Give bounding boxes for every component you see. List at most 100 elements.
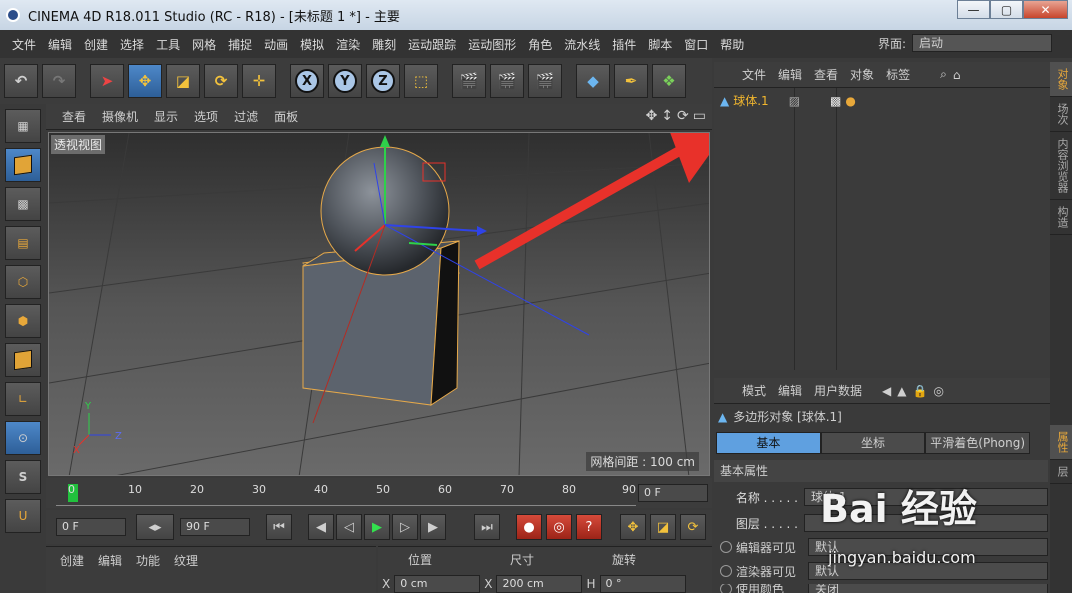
- scale-tool-button[interactable]: ◪: [166, 64, 200, 98]
- key-rotation-button[interactable]: ⟳: [680, 514, 706, 540]
- at-menu-edit[interactable]: 编辑: [778, 382, 802, 399]
- render-visible-radio[interactable]: [720, 565, 732, 577]
- tweak-mode-button[interactable]: ⊙: [5, 421, 41, 455]
- menu-mograph[interactable]: 运动图形: [468, 36, 516, 53]
- record-keys-button[interactable]: ●: [516, 514, 542, 540]
- menu-plugins[interactable]: 插件: [612, 36, 636, 53]
- go-to-end-button[interactable]: ⏭: [474, 514, 500, 540]
- vp-menu-filter[interactable]: 过滤: [234, 108, 258, 125]
- workplane-mode-button[interactable]: ▤: [5, 226, 41, 260]
- vp-menu-camera[interactable]: 摄像机: [102, 108, 138, 125]
- mat-menu-function[interactable]: 功能: [136, 552, 160, 569]
- home-icon[interactable]: ⌂: [953, 68, 961, 82]
- current-frame-field[interactable]: 0 F: [638, 484, 708, 502]
- play-button[interactable]: ▶: [364, 514, 390, 540]
- close-button[interactable]: ✕: [1023, 0, 1068, 19]
- om-menu-tags[interactable]: 标签: [886, 66, 910, 83]
- menu-create[interactable]: 创建: [84, 36, 108, 53]
- menu-window[interactable]: 窗口: [684, 36, 708, 53]
- uvw-tag-icon[interactable]: ●: [845, 94, 855, 108]
- tab-attributes[interactable]: 属性: [1050, 425, 1072, 460]
- render-settings-button[interactable]: 🎬: [528, 64, 562, 98]
- lock-icon[interactable]: 🔒: [913, 384, 928, 398]
- dolly-icon[interactable]: ↕: [661, 108, 673, 124]
- prev-key-button[interactable]: ◀: [308, 514, 334, 540]
- recent-tool-button[interactable]: ✛: [242, 64, 276, 98]
- object-row[interactable]: ▲ 球体.1 ▨ ▩ ●: [720, 92, 856, 109]
- snap-button[interactable]: S: [5, 460, 41, 494]
- layer-icon[interactable]: ▨: [789, 94, 800, 108]
- pan-icon[interactable]: ✥: [646, 108, 658, 124]
- use-color-radio[interactable]: [720, 584, 732, 593]
- menu-character[interactable]: 角色: [528, 36, 552, 53]
- timeline[interactable]: 0 10 20 30 40 50 60 70 80 90 0 F: [46, 478, 712, 508]
- render-view-button[interactable]: 🎬: [452, 64, 486, 98]
- key-position-button[interactable]: ✥: [620, 514, 646, 540]
- prev-frame-button[interactable]: ◁: [336, 514, 362, 540]
- next-frame-button[interactable]: ▷: [392, 514, 418, 540]
- at-menu-userdata[interactable]: 用户数据: [814, 382, 862, 399]
- size-x-field[interactable]: 200 cm: [496, 575, 583, 593]
- om-menu-edit[interactable]: 编辑: [778, 66, 802, 83]
- magnet-button[interactable]: U: [5, 499, 41, 533]
- up-arrow-icon[interactable]: ▲: [897, 384, 906, 398]
- at-menu-mode[interactable]: 模式: [742, 382, 766, 399]
- phong-tag-icon[interactable]: ▩: [830, 94, 841, 108]
- perspective-viewport[interactable]: 透视视图 Y Z X 网格间距 : 100 cm: [48, 132, 710, 476]
- tab-takes[interactable]: 场次: [1050, 97, 1072, 132]
- tab-objects[interactable]: 对象: [1050, 62, 1072, 97]
- menu-script[interactable]: 脚本: [648, 36, 672, 53]
- minimize-button[interactable]: —: [957, 0, 990, 19]
- mat-menu-texture[interactable]: 纹理: [174, 552, 198, 569]
- menu-simulate[interactable]: 模拟: [300, 36, 324, 53]
- menu-help[interactable]: 帮助: [720, 36, 744, 53]
- make-editable-button[interactable]: ▦: [5, 109, 41, 143]
- mat-menu-create[interactable]: 创建: [60, 552, 84, 569]
- editor-visible-radio[interactable]: [720, 541, 732, 553]
- polygons-mode-button[interactable]: [5, 343, 41, 377]
- add-subdivision-button[interactable]: ❖: [652, 64, 686, 98]
- layout-dropdown[interactable]: 启动: [912, 34, 1052, 52]
- y-axis-lock-button[interactable]: Y: [328, 64, 362, 98]
- om-menu-objects[interactable]: 对象: [850, 66, 874, 83]
- timeline-scale[interactable]: 0 10 20 30 40 50 60 70 80 90: [56, 480, 636, 506]
- maximize-button[interactable]: ▢: [990, 0, 1023, 19]
- texture-mode-button[interactable]: ▩: [5, 187, 41, 221]
- maximize-view-icon[interactable]: ▭: [693, 108, 706, 124]
- x-axis-lock-button[interactable]: X: [290, 64, 324, 98]
- menu-motion-tracking[interactable]: 运动跟踪: [408, 36, 456, 53]
- model-mode-button[interactable]: [5, 148, 41, 182]
- menu-render[interactable]: 渲染: [336, 36, 360, 53]
- menu-file[interactable]: 文件: [12, 36, 36, 53]
- next-key-button[interactable]: ▶: [420, 514, 446, 540]
- back-arrow-icon[interactable]: ◀: [882, 384, 891, 398]
- keyframe-selection-button[interactable]: ?: [576, 514, 602, 540]
- attr-tab-phong[interactable]: 平滑着色(Phong): [925, 432, 1031, 454]
- vp-menu-display[interactable]: 显示: [154, 108, 178, 125]
- om-menu-view[interactable]: 查看: [814, 66, 838, 83]
- vp-menu-view[interactable]: 查看: [62, 108, 86, 125]
- om-menu-file[interactable]: 文件: [742, 66, 766, 83]
- tab-content-browser[interactable]: 内容浏览器: [1050, 132, 1072, 200]
- vp-menu-panel[interactable]: 面板: [274, 108, 298, 125]
- search-icon[interactable]: ⌕: [940, 67, 947, 82]
- frame-range-button[interactable]: ◂▸: [136, 514, 174, 540]
- menu-pipeline[interactable]: 流水线: [564, 36, 600, 53]
- end-frame-field[interactable]: 90 F: [180, 518, 250, 536]
- orbit-icon[interactable]: ⟳: [677, 108, 689, 124]
- move-tool-button[interactable]: ✥: [128, 64, 162, 98]
- menu-tools[interactable]: 工具: [156, 36, 180, 53]
- vp-menu-options[interactable]: 选项: [194, 108, 218, 125]
- tab-layers[interactable]: 层: [1050, 460, 1072, 484]
- render-picture-viewer-button[interactable]: 🎬: [490, 64, 524, 98]
- viewport-label[interactable]: 透视视图: [51, 135, 106, 154]
- go-to-start-button[interactable]: ⏮: [266, 514, 292, 540]
- undo-button[interactable]: ↶: [4, 64, 38, 98]
- menu-mesh[interactable]: 网格: [192, 36, 216, 53]
- start-frame-field[interactable]: 0 F: [56, 518, 126, 536]
- live-select-button[interactable]: ➤: [90, 64, 124, 98]
- rotation-h-field[interactable]: 0 °: [599, 575, 686, 593]
- mat-menu-edit[interactable]: 编辑: [98, 552, 122, 569]
- edges-mode-button[interactable]: ⬢: [5, 304, 41, 338]
- key-scale-button[interactable]: ◪: [650, 514, 676, 540]
